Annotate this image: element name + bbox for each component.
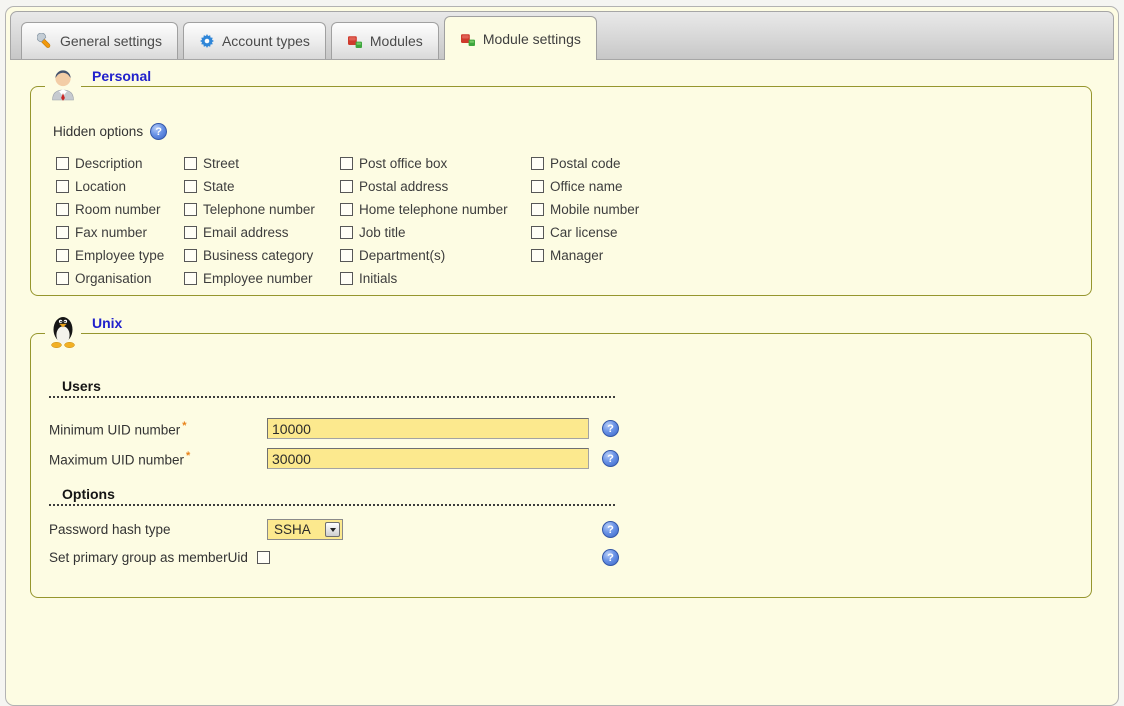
select-dropdown-button[interactable] (325, 522, 340, 537)
tab-label: Module settings (483, 31, 581, 47)
checkbox[interactable] (340, 249, 353, 262)
checkbox[interactable] (531, 180, 544, 193)
hidden-option-business-category[interactable]: Business category (184, 244, 340, 267)
help-icon[interactable]: ? (602, 549, 619, 566)
users-section-title: Users (62, 378, 101, 394)
hidden-option-mobile-number[interactable]: Mobile number (531, 198, 701, 221)
options-section-title: Options (62, 486, 115, 502)
password-hash-label: Password hash type (49, 522, 267, 537)
hidden-option-location[interactable]: Location (56, 175, 184, 198)
min-uid-row: Minimum UID number* ? (49, 418, 619, 439)
checkbox[interactable] (531, 226, 544, 239)
personal-fieldset: Personal Hidden options ? Description Lo… (30, 86, 1092, 296)
hidden-option-initials[interactable]: Initials (340, 267, 531, 290)
checkbox[interactable] (56, 226, 69, 239)
users-section-header: Users (49, 378, 615, 398)
settings-window: General settings Account types Modules (5, 6, 1119, 706)
module-settings-content: Personal Hidden options ? Description Lo… (6, 86, 1118, 598)
checkbox[interactable] (56, 180, 69, 193)
max-uid-label: Maximum UID number* (49, 450, 267, 468)
required-marker: * (182, 420, 186, 432)
hidden-option-manager[interactable]: Manager (531, 244, 701, 267)
chevron-down-icon (330, 528, 336, 532)
checkbox[interactable] (531, 203, 544, 216)
hidden-option-employee-type[interactable]: Employee type (56, 244, 184, 267)
tab-modules[interactable]: Modules (331, 22, 439, 59)
unix-fieldset: Unix Users Minimum UID number* ? Maximum… (30, 333, 1092, 598)
help-icon[interactable]: ? (602, 420, 619, 437)
personal-legend-title: Personal (90, 68, 155, 85)
required-marker: * (186, 450, 190, 462)
password-hash-value: SSHA (274, 522, 311, 537)
hidden-option-employee-number[interactable]: Employee number (184, 267, 340, 290)
hidden-option-car-license[interactable]: Car license (531, 221, 701, 244)
help-icon[interactable]: ? (602, 450, 619, 467)
member-uid-label: Set primary group as memberUid (49, 550, 248, 565)
password-hash-row: Password hash type SSHA ? (49, 519, 619, 540)
options-section-header: Options (49, 486, 615, 506)
unix-legend-title: Unix (90, 315, 126, 332)
max-uid-row: Maximum UID number* ? (49, 448, 619, 469)
hidden-option-fax-number[interactable]: Fax number (56, 221, 184, 244)
checkbox[interactable] (56, 203, 69, 216)
checkbox[interactable] (340, 226, 353, 239)
tab-label: Account types (222, 33, 310, 49)
tux-penguin-icon (45, 312, 81, 349)
gear-icon (199, 33, 215, 49)
hidden-option-post-office-box[interactable]: Post office box (340, 152, 531, 175)
hidden-option-job-title[interactable]: Job title (340, 221, 531, 244)
hidden-option-email-address[interactable]: Email address (184, 221, 340, 244)
hidden-option-state[interactable]: State (184, 175, 340, 198)
min-uid-label: Minimum UID number* (49, 420, 267, 438)
tab-bar: General settings Account types Modules (10, 11, 1114, 60)
hidden-option-room-number[interactable]: Room number (56, 198, 184, 221)
checkbox[interactable] (340, 180, 353, 193)
checkbox[interactable] (184, 157, 197, 170)
help-icon[interactable]: ? (602, 521, 619, 538)
hidden-option-postal-code[interactable]: Postal code (531, 152, 701, 175)
hidden-option-organisation[interactable]: Organisation (56, 267, 184, 290)
unix-legend: Unix (45, 312, 126, 349)
member-uid-row: Set primary group as memberUid ? (49, 549, 619, 566)
min-uid-input[interactable] (267, 418, 589, 439)
person-icon (45, 65, 81, 102)
hidden-options-label: Hidden options (53, 124, 143, 139)
checkbox[interactable] (56, 249, 69, 262)
hidden-option-street[interactable]: Street (184, 152, 340, 175)
checkbox[interactable] (531, 157, 544, 170)
hidden-option-postal-address[interactable]: Postal address (340, 175, 531, 198)
help-icon[interactable]: ? (150, 123, 167, 140)
tab-account-types[interactable]: Account types (183, 22, 326, 59)
modules-icon (347, 33, 363, 49)
hidden-option-home-telephone-number[interactable]: Home telephone number (340, 198, 531, 221)
tab-label: Modules (370, 33, 423, 49)
checkbox[interactable] (531, 249, 544, 262)
personal-legend: Personal (45, 65, 155, 102)
checkbox[interactable] (340, 157, 353, 170)
checkbox[interactable] (56, 157, 69, 170)
tab-label: General settings (60, 33, 162, 49)
wrench-icon (37, 33, 53, 49)
max-uid-input[interactable] (267, 448, 589, 469)
checkbox[interactable] (340, 203, 353, 216)
hidden-options-grid: Description Location Room number Fax num… (56, 152, 1075, 290)
password-hash-select[interactable]: SSHA (267, 519, 343, 540)
member-uid-checkbox[interactable] (257, 551, 270, 564)
tab-module-settings[interactable]: Module settings (444, 16, 597, 60)
checkbox[interactable] (184, 203, 197, 216)
checkbox[interactable] (184, 272, 197, 285)
checkbox[interactable] (184, 180, 197, 193)
hidden-option-telephone-number[interactable]: Telephone number (184, 198, 340, 221)
hidden-option-office-name[interactable]: Office name (531, 175, 701, 198)
checkbox[interactable] (340, 272, 353, 285)
tab-general-settings[interactable]: General settings (21, 22, 178, 59)
checkbox[interactable] (184, 226, 197, 239)
hidden-option-departments[interactable]: Department(s) (340, 244, 531, 267)
checkbox[interactable] (184, 249, 197, 262)
checkbox[interactable] (56, 272, 69, 285)
hidden-option-description[interactable]: Description (56, 152, 184, 175)
modules-icon (460, 31, 476, 47)
